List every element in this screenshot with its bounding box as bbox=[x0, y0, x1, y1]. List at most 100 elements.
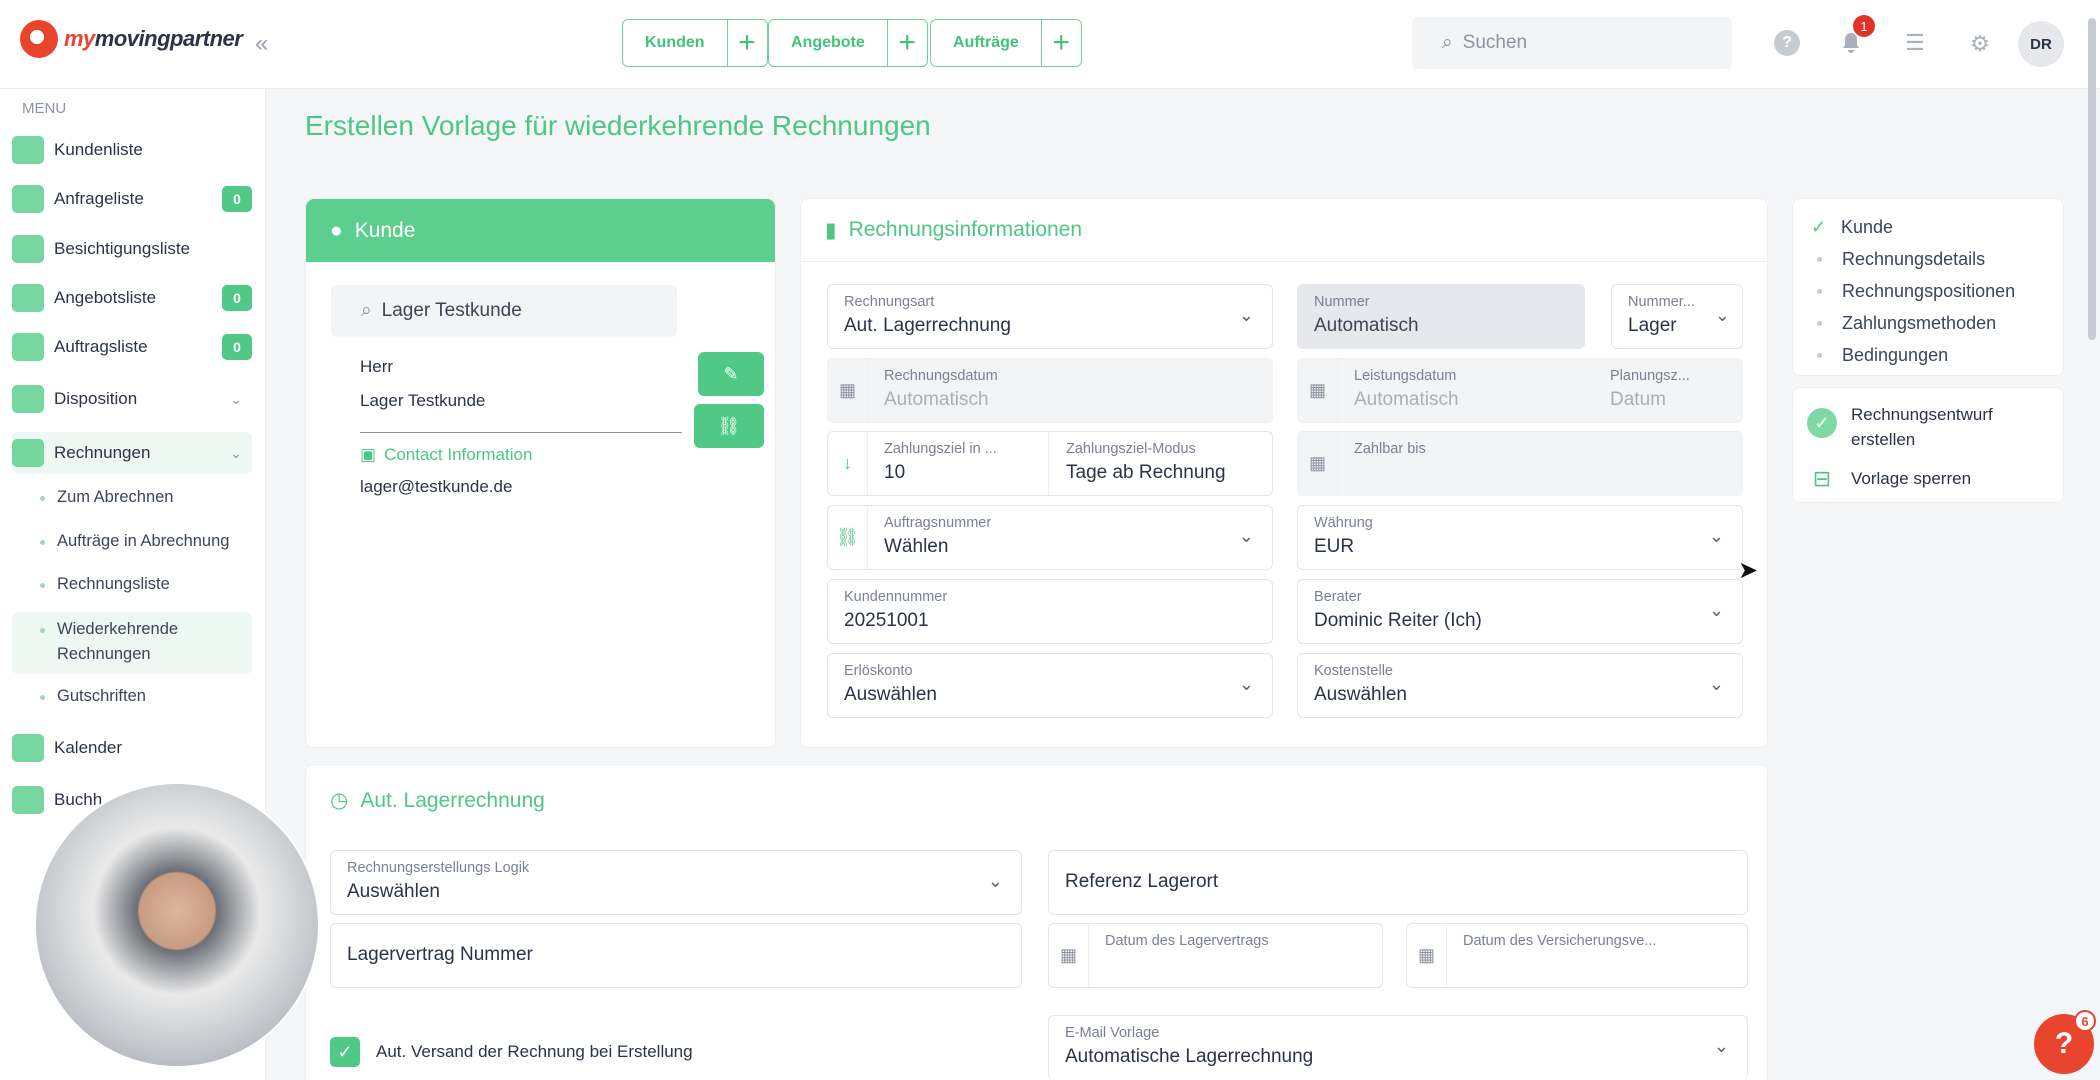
customer-number-field[interactable]: Kundennummer 20251001 bbox=[827, 579, 1273, 644]
add-customer-icon[interactable]: + bbox=[726, 20, 767, 66]
contract-date-field[interactable]: ▦ Datum des Lagervertrags bbox=[1048, 923, 1383, 988]
avatar[interactable]: DR bbox=[2018, 21, 2064, 67]
customer-search-input[interactable]: ⌕ Lager Testkunde bbox=[331, 285, 677, 337]
chevron-down-icon: ⌄ bbox=[1708, 526, 1724, 546]
step-conditions[interactable]: Bedingungen bbox=[1811, 339, 2063, 371]
lock-template-button[interactable]: ⊟ Vorlage sperren bbox=[1807, 466, 1971, 492]
gear-icon[interactable]: ⚙ bbox=[1965, 29, 1995, 59]
sidebar-subitem-to-bill[interactable]: Zum Abrechnen bbox=[40, 485, 173, 510]
step-payment-methods[interactable]: Zahlungsmethoden bbox=[1811, 307, 2063, 339]
logo-mark-icon bbox=[20, 20, 58, 58]
step-invoice-items[interactable]: Rechnungspositionen bbox=[1811, 275, 2063, 307]
search-input[interactable]: ⌕ Suchen bbox=[1412, 17, 1732, 69]
collapse-sidebar-icon[interactable]: « bbox=[255, 30, 268, 58]
storage-invoice-header: ◷ Aut. Lagerrechnung bbox=[330, 788, 545, 813]
page-scrollbar[interactable] bbox=[2088, 18, 2096, 340]
calendar-icon bbox=[12, 734, 44, 762]
create-draft-button[interactable]: ✓ Rechnungsentwurf erstellen bbox=[1807, 402, 2041, 452]
number-field: Nummer Automatisch bbox=[1297, 284, 1585, 349]
contact-info-heading: ▣ Contact Information bbox=[360, 445, 533, 464]
inbox-icon bbox=[12, 185, 44, 213]
calendar-icon: ▦ bbox=[1407, 924, 1447, 987]
sidebar-item-orders[interactable]: Auftragsliste 0 bbox=[12, 326, 252, 368]
cost-center-select[interactable]: Kostenstelle Auswählen ⌄ bbox=[1297, 653, 1743, 718]
invoice-type-select[interactable]: Rechnungsart Aut. Lagerrechnung ⌄ bbox=[827, 284, 1273, 349]
add-offer-icon[interactable]: + bbox=[886, 20, 927, 66]
steps-card: ✓ Kunde Rechnungsdetails Rechnungspositio… bbox=[1792, 198, 2064, 376]
sidebar-subitem-invoice-list[interactable]: Rechnungsliste bbox=[40, 572, 170, 597]
sidebar-subitem-recurring[interactable]: Wiederkehrende Rechnungen bbox=[12, 612, 252, 674]
chevron-down-icon: ⌄ bbox=[1238, 674, 1254, 694]
notification-badge: 1 bbox=[1853, 15, 1875, 37]
bell-icon[interactable]: 1 bbox=[1836, 15, 1875, 58]
chevron-down-icon: ⌄ bbox=[1708, 600, 1724, 620]
chevron-down-icon: ⌄ bbox=[1713, 1036, 1729, 1056]
chevron-down-icon: ⌄ bbox=[1238, 526, 1254, 546]
payable-until-field[interactable]: ▦ Zahlbar bis bbox=[1297, 431, 1743, 496]
sidebar-subitem-orders-billing[interactable]: Aufträge in Abrechnung bbox=[40, 529, 229, 554]
count-badge: 0 bbox=[222, 186, 252, 212]
check-icon: ✓ bbox=[1811, 216, 1827, 237]
presenter-webcam bbox=[34, 782, 320, 1068]
auto-send-checkbox[interactable]: ✓ Aut. Versand der Rechnung bei Erstellu… bbox=[330, 1037, 693, 1067]
storage-invoice-card: ◷ Aut. Lagerrechnung Rechnungserstellungs… bbox=[305, 764, 1768, 1080]
sidebar-subitem-credits[interactable]: Gutschriften bbox=[40, 684, 146, 709]
order-number-select[interactable]: ⛓ Auftragsnummer Wählen ⌄ bbox=[827, 505, 1273, 570]
sidebar-item-requests[interactable]: Anfrageliste 0 bbox=[12, 178, 252, 220]
sidebar-item-disposition[interactable]: Disposition ⌄ bbox=[12, 378, 252, 420]
count-badge: 0 bbox=[222, 334, 252, 360]
currency-select[interactable]: Währung EUR ⌄ bbox=[1297, 505, 1743, 570]
calculator-icon bbox=[12, 786, 44, 814]
calendar-icon: ▦ bbox=[1298, 432, 1338, 495]
task-list-icon[interactable]: ☰ bbox=[1900, 28, 1930, 58]
mouse-cursor-icon: ➤ bbox=[1738, 557, 1759, 584]
sidebar-item-invoices[interactable]: Rechnungen ⌄ bbox=[12, 432, 252, 474]
chevron-down-icon: ⌄ bbox=[1238, 305, 1254, 325]
service-date-field[interactable]: ▦ Leistungsdatum Automatisch Planungsz...… bbox=[1297, 358, 1743, 423]
number-range-select[interactable]: Nummer... Lager ⌄ bbox=[1611, 284, 1743, 349]
storage-contract-number-field[interactable]: Lagervertrag Nummer bbox=[330, 923, 1022, 988]
users-icon bbox=[12, 136, 44, 164]
customer-name: Lager Testkunde bbox=[360, 391, 486, 410]
menu-heading: MENU bbox=[22, 100, 67, 117]
payment-term-field[interactable]: ↓ Zahlungsziel in ... 10 Zahlungsziel-Mod… bbox=[827, 431, 1273, 496]
actions-card: ✓ Rechnungsentwurf erstellen ⊟ Vorlage sp… bbox=[1792, 387, 2064, 503]
storage-location-field[interactable]: Referenz Lagerort bbox=[1048, 850, 1748, 915]
orders-nav-group: Aufträge + bbox=[930, 19, 1082, 67]
sidebar-item-offers[interactable]: Angebotsliste 0 bbox=[12, 277, 252, 319]
invoice-info-card: ▮ Rechnungsinformationen Rechnungsart Aut.… bbox=[800, 198, 1768, 748]
help-count-badge: 6 bbox=[2074, 1010, 2096, 1032]
sidebar-item-customers[interactable]: Kundenliste bbox=[12, 129, 252, 171]
count-badge: 0 bbox=[222, 285, 252, 311]
customer-email: lager@testkunde.de bbox=[360, 477, 513, 496]
revenue-account-select[interactable]: Erlöskonto Auswählen ⌄ bbox=[827, 653, 1273, 718]
edit-customer-button[interactable]: ✎ bbox=[698, 352, 764, 396]
chevron-down-icon: ⌄ bbox=[230, 390, 242, 407]
chevron-down-icon: ⌄ bbox=[1708, 674, 1724, 694]
step-customer[interactable]: ✓ Kunde bbox=[1811, 211, 2063, 243]
step-invoice-details[interactable]: Rechnungsdetails bbox=[1811, 243, 2063, 275]
help-button[interactable]: ? 6 bbox=[2034, 1010, 2096, 1074]
help-icon[interactable]: ? bbox=[1772, 28, 1802, 58]
logo[interactable]: mymovingpartner bbox=[20, 20, 243, 58]
invoice-date-field[interactable]: ▦ Rechnungsdatum Automatisch bbox=[827, 358, 1273, 423]
add-order-icon[interactable]: + bbox=[1040, 20, 1081, 66]
sidebar-item-calendar[interactable]: Kalender bbox=[12, 727, 252, 769]
page-title: Erstellen Vorlage für wiederkehrende Rec… bbox=[305, 110, 931, 141]
link-customer-button[interactable]: ⛓ bbox=[694, 404, 764, 448]
chevron-down-icon: ⌄ bbox=[230, 444, 242, 461]
id-card-icon: ▣ bbox=[360, 445, 377, 464]
document-icon: ▮ bbox=[825, 218, 837, 242]
insurance-date-field[interactable]: ▦ Datum des Versicherungsve... bbox=[1406, 923, 1748, 988]
offers-nav-button[interactable]: Angebote bbox=[769, 20, 887, 66]
email-template-select[interactable]: E-Mail Vorlage Automatische Lagerrechnung… bbox=[1048, 1015, 1748, 1080]
sidebar-item-inspections[interactable]: Besichtigungsliste bbox=[12, 228, 252, 270]
gantt-icon bbox=[12, 385, 44, 413]
orders-nav-button[interactable]: Aufträge bbox=[931, 20, 1041, 66]
customers-nav-button[interactable]: Kunden bbox=[623, 20, 727, 66]
advisor-select[interactable]: Berater Dominic Reiter (Ich) ⌄ bbox=[1297, 579, 1743, 644]
calendar-icon: ▦ bbox=[828, 359, 868, 422]
invoice-logic-select[interactable]: Rechnungserstellungs Logik Auswählen ⌄ bbox=[330, 850, 1022, 915]
checkbox-checked-icon: ✓ bbox=[330, 1037, 360, 1067]
chevron-down-icon: ⌄ bbox=[987, 871, 1003, 891]
